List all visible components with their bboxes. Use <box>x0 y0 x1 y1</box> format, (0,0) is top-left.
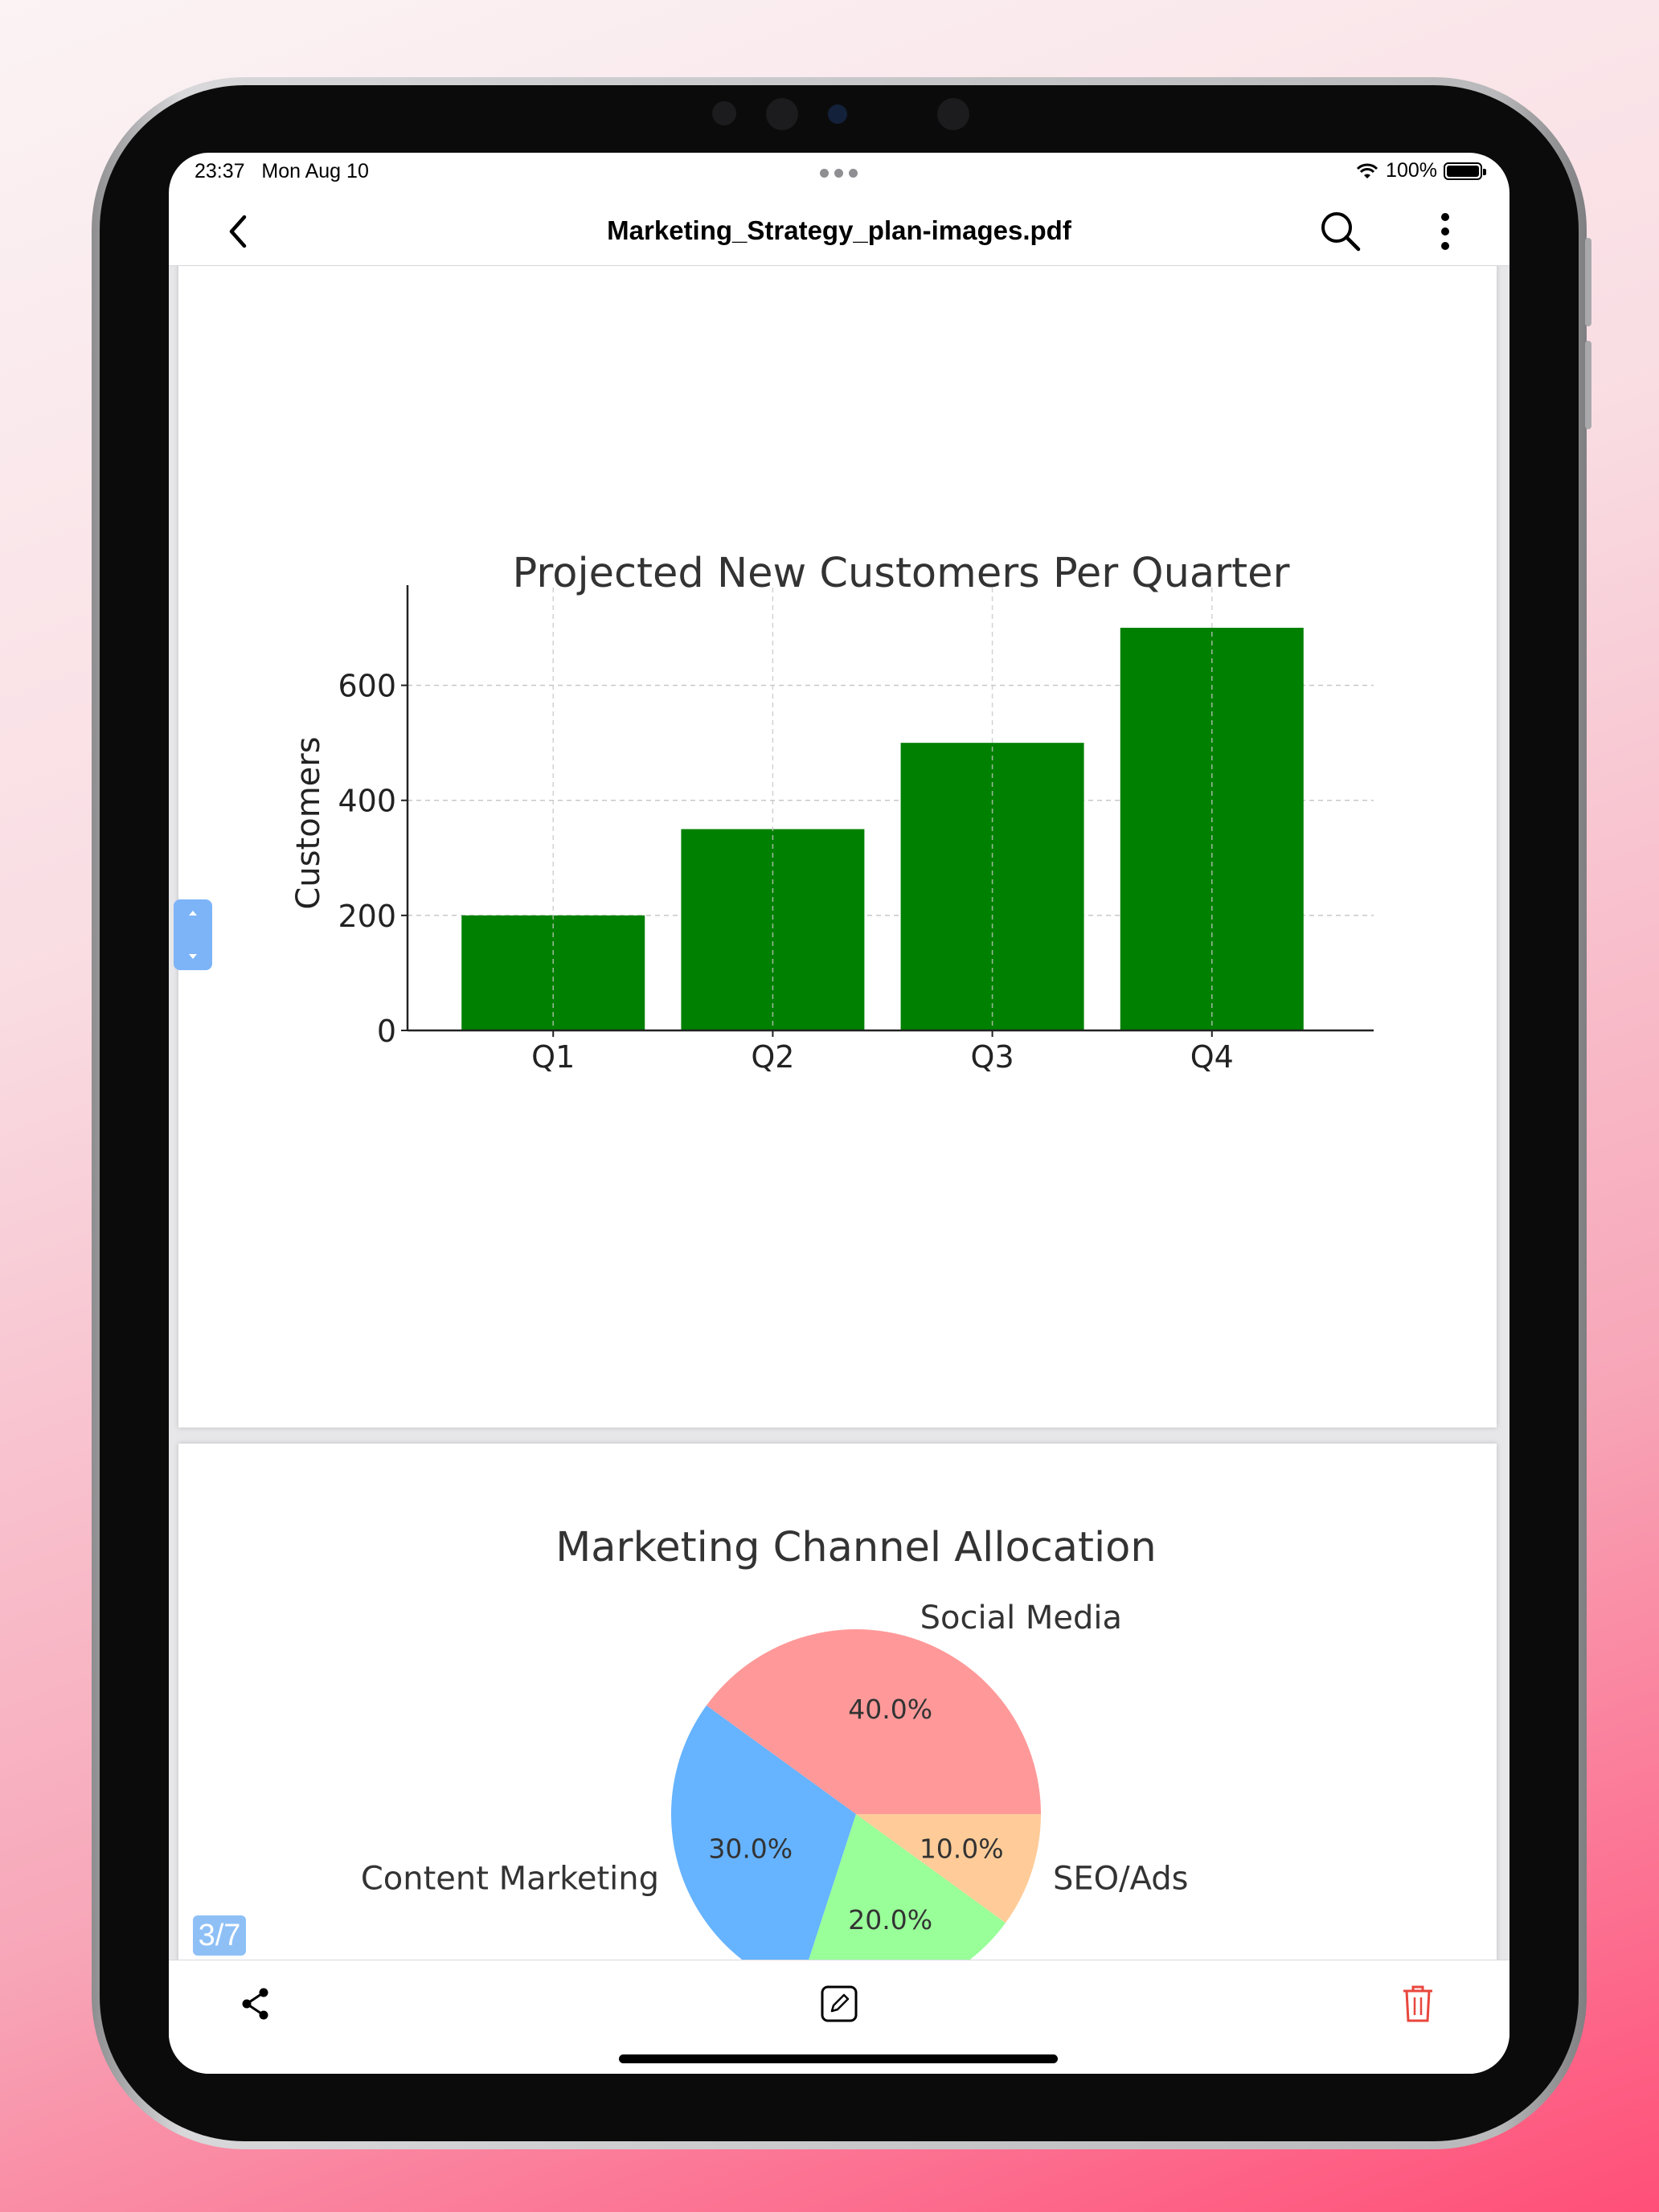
pie-chart: Marketing Channel Allocation 40.0% Social … <box>361 1524 1189 1960</box>
document-title: Marketing_Strategy_plan-images.pdf <box>607 215 1071 245</box>
more-vertical-icon[interactable] <box>1429 209 1461 254</box>
pie-percent-label: 40.0% <box>848 1694 932 1725</box>
bar <box>681 829 865 1030</box>
pie-category-label: Content Marketing <box>361 1861 659 1898</box>
edit-icon[interactable] <box>818 1983 860 2025</box>
trash-icon[interactable] <box>1399 1983 1437 2025</box>
front-camera <box>937 98 969 130</box>
y-tick-label: 200 <box>338 899 396 934</box>
x-tick-label: Q4 <box>1190 1039 1234 1075</box>
page-indicator: 3/7 <box>193 1915 246 1956</box>
pdf-page: Projected New Customers Per Quarter 0 200 4… <box>178 266 1497 1428</box>
pie-percent-label: 20.0% <box>848 1904 932 1936</box>
battery-percent: 100% <box>1386 159 1437 182</box>
x-tick-label: Q3 <box>971 1039 1014 1075</box>
pdf-document-view[interactable]: Projected New Customers Per Quarter 0 200 4… <box>169 266 1509 1960</box>
x-tick-label: Q1 <box>531 1039 575 1075</box>
pie-percent-label: 10.0% <box>920 1833 1004 1865</box>
front-camera <box>712 101 736 125</box>
navigation-bar: Marketing_Strategy_plan-images.pdf <box>169 195 1509 266</box>
status-bar: 23:37 Mon Aug 10 100% <box>169 153 1509 195</box>
wifi-icon <box>1356 163 1378 178</box>
bar-chart: Projected New Customers Per Quarter 0 200 4… <box>290 550 1374 1075</box>
scroll-handle[interactable] <box>174 899 212 970</box>
pie-percent-label: 30.0% <box>708 1833 793 1865</box>
screen: 23:37 Mon Aug 10 100% Marketing_Strategy… <box>169 153 1509 2074</box>
volume-button <box>1585 341 1591 429</box>
y-axis-label: Customers <box>290 736 327 909</box>
pdf-page: Marketing Channel Allocation 40.0% Social … <box>178 1444 1497 1960</box>
search-icon[interactable] <box>1317 207 1365 256</box>
volume-button <box>1585 238 1591 326</box>
x-tick-label: Q2 <box>751 1039 794 1075</box>
pie-category-label: Social Media <box>920 1600 1122 1636</box>
y-tick-label: 600 <box>338 669 396 704</box>
home-indicator[interactable] <box>619 2054 1058 2063</box>
y-tick-label: 0 <box>377 1014 396 1049</box>
y-tick-label: 400 <box>338 784 396 819</box>
front-camera <box>828 104 847 124</box>
share-icon[interactable] <box>236 1985 275 2023</box>
multitasking-dots[interactable] <box>820 169 858 178</box>
chart-title: Marketing Channel Allocation <box>555 1524 1156 1571</box>
status-right: 100% <box>1355 159 1486 182</box>
chart-title: Projected New Customers Per Quarter <box>513 550 1290 597</box>
pie-category-label: SEO/Ads <box>1053 1861 1189 1898</box>
battery-icon <box>1444 162 1486 180</box>
status-time: 23:37 Mon Aug 10 <box>195 160 369 182</box>
front-camera <box>766 98 798 130</box>
